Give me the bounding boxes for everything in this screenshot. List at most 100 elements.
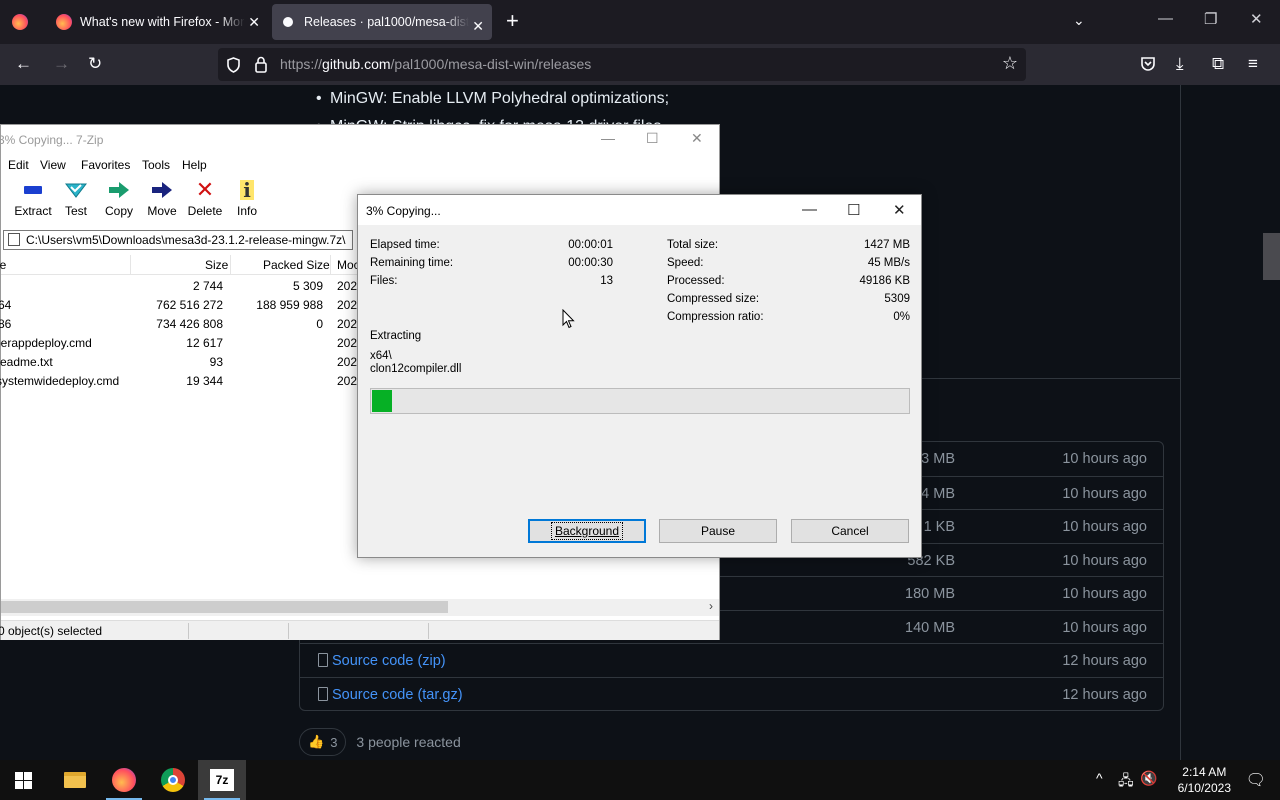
asset-row[interactable]: Source code (tar.gz) 12 hours ago xyxy=(300,677,1163,711)
file-size: 93 xyxy=(209,355,223,369)
menu-view[interactable]: View xyxy=(40,158,66,172)
column-name[interactable]: ne xyxy=(0,258,6,272)
tab-title: What's new with Firefox - More xyxy=(80,15,245,29)
extract-icon xyxy=(24,186,42,194)
taskbar-7zip[interactable]: 7z xyxy=(198,760,246,800)
github-icon xyxy=(280,14,296,30)
file-name: perappdeploy.cmd xyxy=(0,336,92,350)
network-icon[interactable]: 🖧 xyxy=(1118,770,1134,794)
close-tab-icon[interactable]: ✕ xyxy=(248,14,260,31)
test-check-icon xyxy=(65,183,87,198)
menu-hamburger-icon[interactable]: ≡ xyxy=(1248,54,1258,74)
taskbar-chrome[interactable] xyxy=(149,760,197,800)
copy-button[interactable]: Copy xyxy=(97,179,141,218)
maximize-icon[interactable]: ☐ xyxy=(646,130,659,147)
tab-whats-new-firefox[interactable]: What's new with Firefox - More ✕ xyxy=(46,0,268,44)
menu-help[interactable]: Help xyxy=(182,158,207,172)
close-window-icon[interactable]: ✕ xyxy=(1250,10,1263,28)
bookmark-star-icon[interactable]: ☆ xyxy=(1002,53,1018,74)
asset-date: 10 hours ago xyxy=(1062,553,1147,569)
file-packed-size: 188 959 988 xyxy=(256,298,323,312)
source-code-zip-link[interactable]: Source code (zip) xyxy=(332,653,446,669)
close-window-icon[interactable]: ✕ xyxy=(691,130,703,147)
url-text[interactable]: https://github.com/pal1000/mesa-dist-win… xyxy=(280,56,591,72)
background-label: Background xyxy=(550,522,624,540)
menu-favorites[interactable]: Favorites xyxy=(81,158,130,172)
info-button[interactable]: i Info xyxy=(225,179,269,218)
extract-button[interactable]: Extract xyxy=(11,179,55,218)
asset-date: 12 hours ago xyxy=(1062,653,1147,669)
close-dialog-icon[interactable]: ✕ xyxy=(893,201,906,219)
back-arrow-icon[interactable]: ← xyxy=(15,54,32,74)
test-button[interactable]: Test xyxy=(54,179,98,218)
horizontal-scrollbar[interactable]: › xyxy=(1,599,719,616)
menu-bar: Edit View Favorites Tools Help xyxy=(1,155,719,177)
delete-button[interactable]: ✕ Delete xyxy=(183,177,227,219)
url-path: /pal1000/mesa-dist-win/releases xyxy=(390,56,592,72)
test-label: Test xyxy=(64,204,87,218)
path-field[interactable]: C:\Users\vm5\Downloads\mesa3d-23.1.2-rel… xyxy=(3,230,353,250)
reload-icon[interactable]: ↻ xyxy=(88,54,102,74)
thumbs-up-icon: 👍 xyxy=(308,734,325,749)
delete-x-icon: ✕ xyxy=(195,177,215,202)
list-all-tabs-chevron-icon[interactable]: ⌄ xyxy=(1073,12,1085,29)
minimize-icon[interactable]: — xyxy=(802,201,817,218)
asset-date: 10 hours ago xyxy=(1062,451,1147,467)
source-code-targz-link[interactable]: Source code (tar.gz) xyxy=(332,687,463,703)
scroll-right-arrow-icon[interactable]: › xyxy=(709,599,713,613)
speed-value: 45 MB/s xyxy=(867,257,910,269)
total-size-label: Total size: xyxy=(667,239,719,251)
tab-releases[interactable]: Releases · pal1000/mesa-dist-win ✕ xyxy=(272,4,492,40)
folder-icon xyxy=(64,772,86,788)
restore-icon[interactable]: ❐ xyxy=(1204,10,1217,28)
cancel-button[interactable]: Cancel xyxy=(791,519,909,543)
volume-muted-icon[interactable]: 🔇 xyxy=(1140,770,1157,787)
progress-bar-fill xyxy=(372,390,392,412)
column-size[interactable]: Size xyxy=(205,258,228,272)
url-scheme: https:// xyxy=(280,56,323,72)
window-title: 3% Copying... 7-Zip xyxy=(0,133,104,147)
system-clock[interactable]: 2:14 AM 6/10/2023 xyxy=(1178,764,1231,796)
forward-arrow-icon[interactable]: → xyxy=(53,54,70,74)
menu-tools[interactable]: Tools xyxy=(142,158,170,172)
extensions-icon[interactable]: ⧉ xyxy=(1212,54,1224,74)
move-button[interactable]: Move xyxy=(140,179,184,218)
lock-icon[interactable] xyxy=(254,56,268,73)
current-file: clon12compiler.dll xyxy=(370,363,462,375)
column-packed-size[interactable]: Packed Size xyxy=(263,258,330,272)
browser-tab-bar: What's new with Firefox - More ✕ Release… xyxy=(0,0,1280,44)
maximize-icon[interactable]: ☐ xyxy=(847,201,860,219)
close-tab-icon[interactable]: ✕ xyxy=(472,18,484,35)
minimize-icon[interactable]: — xyxy=(601,130,615,146)
downloads-icon[interactable]: ⤓ xyxy=(1176,54,1184,74)
dialog-titlebar[interactable]: 3% Copying... — ☐ ✕ xyxy=(358,195,921,225)
url-bar[interactable]: https://github.com/pal1000/mesa-dist-win… xyxy=(218,48,1026,81)
firefox-view-icon[interactable] xyxy=(12,14,28,30)
scrollbar-thumb[interactable] xyxy=(1,601,448,613)
asset-size: 140 MB xyxy=(905,620,955,636)
show-hidden-icons-chevron-icon[interactable]: ^ xyxy=(1096,770,1103,786)
menu-edit[interactable]: Edit xyxy=(8,158,29,172)
pocket-icon[interactable] xyxy=(1140,56,1156,72)
asset-date: 12 hours ago xyxy=(1062,687,1147,703)
minimize-icon[interactable]: — xyxy=(1158,10,1173,27)
windows-start-icon[interactable] xyxy=(15,772,32,789)
page-scrollbar-thumb[interactable] xyxy=(1263,233,1280,280)
files-value: 13 xyxy=(600,275,613,287)
system-tray: ^ 🖧 🔇 2:14 AM 6/10/2023 🗨 xyxy=(1080,760,1280,800)
files-label: Files: xyxy=(370,275,398,287)
notification-center-icon[interactable]: 🗨 xyxy=(1246,770,1266,790)
pause-button[interactable]: Pause xyxy=(659,519,777,543)
asset-row[interactable]: Source code (zip) 12 hours ago xyxy=(300,643,1163,677)
tracking-shield-icon[interactable] xyxy=(226,57,241,73)
compressed-size-label: Compressed size: xyxy=(667,293,760,305)
new-tab-plus-icon[interactable]: + xyxy=(506,10,519,32)
taskbar-firefox[interactable] xyxy=(100,760,148,800)
thumbs-up-reaction[interactable]: 👍 3 xyxy=(299,728,347,756)
background-button[interactable]: Background xyxy=(528,519,646,543)
asset-size: 4 MB xyxy=(921,486,955,502)
window-titlebar[interactable]: 3% Copying... 7-Zip — ☐ ✕ xyxy=(0,125,719,155)
copy-progress-dialog: 3% Copying... — ☐ ✕ Elapsed time: 00:00:… xyxy=(357,194,922,558)
browser-nav-bar: ← → ↻ https://github.com/pal1000/mesa-di… xyxy=(0,44,1280,85)
taskbar-file-explorer[interactable] xyxy=(51,760,99,800)
